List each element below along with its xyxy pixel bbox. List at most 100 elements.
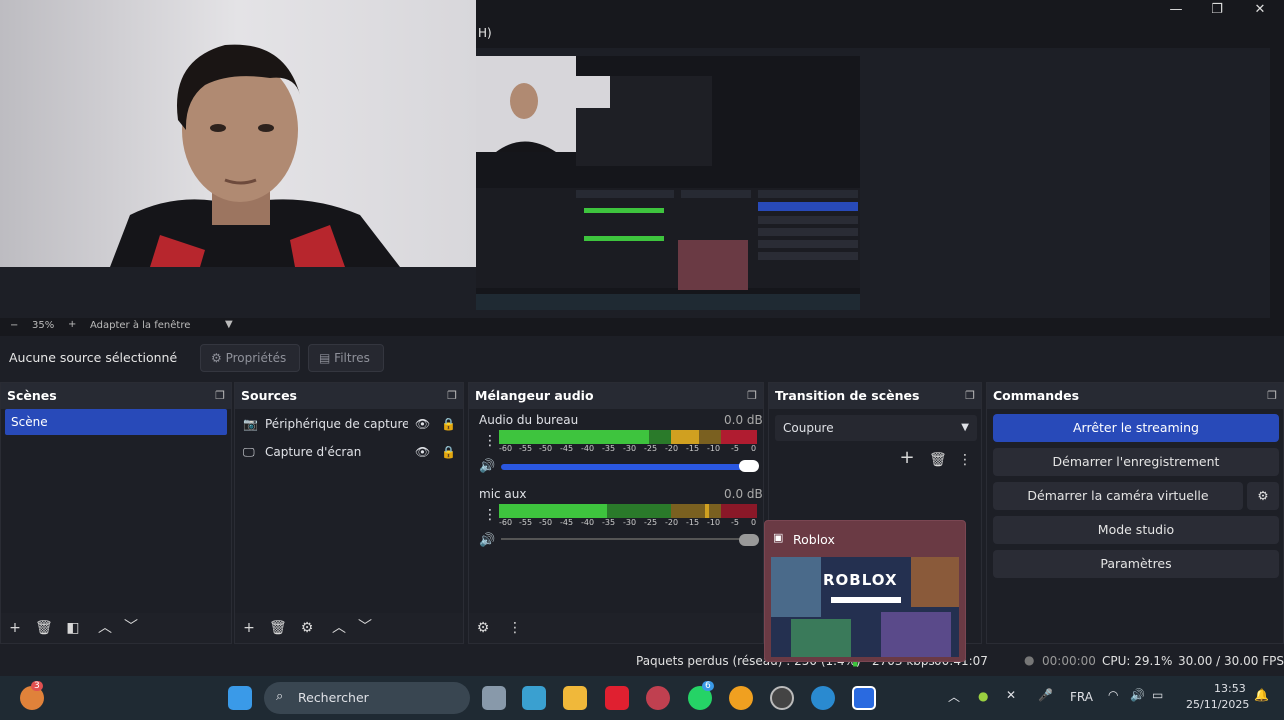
transition-select[interactable]: Coupure ▼: [775, 415, 977, 441]
clock-time[interactable]: 13:53: [1214, 682, 1246, 695]
speaker-icon[interactable]: 🔊: [479, 459, 495, 474]
app-w-icon[interactable]: [605, 686, 629, 710]
scenes-dock: Scènes ❐ Scène + 🗑 ◧ ︿ ﹀: [0, 382, 232, 644]
taskbar-search[interactable]: ⌕ Rechercher: [264, 682, 470, 714]
source-toolbar: Aucune source sélectionné ⚙ Propriétés ▤…: [0, 336, 1284, 380]
more-icon[interactable]: ⋮: [483, 507, 497, 523]
roblox-taskbar-preview[interactable]: ▣ Roblox ROBLOX: [764, 520, 966, 662]
studio-mode-button[interactable]: Mode studio: [993, 516, 1279, 544]
add-icon[interactable]: +: [241, 621, 257, 635]
commands-title: Commandes: [993, 388, 1080, 403]
cpu-usage: CPU: 29.1%: [1102, 654, 1173, 668]
float-icon[interactable]: ❐: [447, 383, 457, 409]
volume-slider[interactable]: [501, 464, 749, 470]
eye-icon[interactable]: 👁: [415, 411, 430, 437]
more-icon[interactable]: ⋮: [507, 621, 523, 635]
volume-slider[interactable]: [501, 538, 749, 540]
chevron-down-icon[interactable]: ﹀: [357, 620, 373, 634]
start-recording-button[interactable]: Démarrer l'enregistrement: [993, 448, 1279, 476]
menu-fragment[interactable]: H): [478, 26, 492, 40]
volume-icon[interactable]: 🔊: [1130, 688, 1145, 702]
zoom-in-button[interactable]: +: [68, 319, 76, 330]
transition-value: Coupure: [783, 421, 834, 435]
record-time: 00:00:00: [1042, 654, 1096, 668]
chat-app-icon[interactable]: [729, 686, 753, 710]
trash-icon[interactable]: 🗑: [35, 621, 53, 635]
scenes-footer: + 🗑 ◧ ︿ ﹀: [1, 613, 231, 643]
virtual-cam-settings-button[interactable]: ⚙: [1247, 482, 1279, 510]
roblox-icon: ▣: [773, 531, 784, 544]
wifi-icon[interactable]: ◠: [1108, 688, 1118, 702]
lock-icon[interactable]: 🔒: [441, 411, 456, 437]
preview-scrollbar[interactable]: [1270, 48, 1284, 318]
record-icon: ●: [1024, 653, 1035, 667]
speaker-icon[interactable]: 🔊: [479, 533, 495, 548]
obs-icon[interactable]: [770, 686, 794, 710]
maximize-button[interactable]: ❐: [1197, 2, 1237, 20]
mute-icon[interactable]: ✕: [1006, 688, 1016, 702]
float-icon[interactable]: ❐: [965, 383, 975, 409]
sources-title: Sources: [241, 388, 297, 403]
whatsapp-badge: 6: [702, 681, 714, 691]
settings-button[interactable]: Paramètres: [993, 550, 1279, 578]
source-label: Périphérique de capture v: [265, 417, 408, 431]
language-indicator[interactable]: FRA: [1070, 690, 1093, 704]
chevron-up-icon[interactable]: ︿: [948, 688, 960, 705]
source-item[interactable]: 🖵 Capture d'écran 👁 🔒: [243, 439, 463, 465]
notification-bell-icon[interactable]: 🔔: [1254, 688, 1269, 702]
zoom-fit-dropdown[interactable]: Adapter à la fenêtre: [90, 320, 190, 331]
meter-scale: -60 -55 -50 -45 -40 -35 -30 -25 -20 -15 -10 -5 0: [499, 518, 757, 527]
lock-icon[interactable]: 🔒: [441, 439, 456, 465]
roblox-app-icon[interactable]: [852, 686, 876, 710]
stop-streaming-button[interactable]: Arrêter le streaming: [993, 414, 1279, 442]
float-icon[interactable]: ❐: [1267, 383, 1277, 409]
eye-icon[interactable]: 👁: [415, 439, 430, 465]
fps: 30.00 / 30.00 FPS: [1178, 654, 1284, 668]
source-item[interactable]: 📷 Périphérique de capture v 👁 🔒: [243, 411, 463, 437]
filter-icon: ▤: [319, 351, 331, 365]
chevron-up-icon[interactable]: ︿: [97, 621, 113, 635]
chevron-down-icon[interactable]: ▼: [225, 319, 233, 330]
scene-item[interactable]: Scène: [5, 409, 227, 435]
float-icon[interactable]: ❐: [215, 383, 225, 409]
channel-db: 0.0 dB: [724, 487, 763, 501]
roblox-logo: ROBLOX: [823, 571, 898, 589]
notification-badge: 3: [31, 681, 43, 691]
more-icon[interactable]: ⋮: [957, 453, 973, 467]
trash-icon[interactable]: 🗑: [929, 453, 947, 467]
channel-db: 0.0 dB: [724, 413, 763, 427]
close-button[interactable]: ✕: [1240, 2, 1280, 20]
zoom-out-button[interactable]: −: [10, 320, 18, 331]
float-icon[interactable]: ❐: [747, 383, 757, 409]
sources-header: Sources ❐: [235, 383, 463, 409]
edge-icon[interactable]: [811, 686, 835, 710]
filters-label: Filtres: [334, 351, 370, 365]
more-icon[interactable]: ⋮: [483, 433, 497, 449]
chevron-up-icon[interactable]: ︿: [331, 621, 347, 635]
windows-start-icon[interactable]: [228, 686, 252, 710]
advanced-settings-icon[interactable]: ⚙: [475, 621, 491, 635]
add-icon[interactable]: +: [899, 449, 915, 467]
zoom-bar: − 35% + Adapter à la fenêtre ▼: [0, 318, 1284, 336]
microphone-icon[interactable]: 🎤: [1038, 688, 1053, 702]
flag-app-icon[interactable]: [646, 686, 670, 710]
volume-slider-handle[interactable]: [739, 534, 759, 546]
task-view-icon[interactable]: [482, 686, 506, 710]
filter-icon[interactable]: ◧: [65, 621, 81, 635]
widgets-icon[interactable]: [522, 686, 546, 710]
properties-button[interactable]: ⚙ Propriétés: [200, 344, 300, 372]
tray-app-icon[interactable]: ●: [978, 689, 988, 703]
start-virtual-cam-button[interactable]: Démarrer la caméra virtuelle: [993, 482, 1243, 510]
chevron-down-icon[interactable]: ﹀: [123, 620, 139, 634]
volume-slider-handle[interactable]: [739, 460, 759, 472]
gear-icon[interactable]: ⚙: [299, 621, 315, 635]
scenes-header: Scènes ❐: [1, 383, 231, 409]
file-explorer-icon[interactable]: [563, 686, 587, 710]
minimize-button[interactable]: —: [1156, 2, 1196, 20]
filters-button[interactable]: ▤ Filtres: [308, 344, 384, 372]
add-icon[interactable]: +: [7, 621, 23, 635]
clock-date[interactable]: 25/11/2025: [1186, 698, 1249, 711]
trash-icon[interactable]: 🗑: [269, 621, 287, 635]
battery-icon[interactable]: ▭: [1152, 688, 1163, 702]
chevron-down-icon: ▼: [961, 422, 969, 433]
